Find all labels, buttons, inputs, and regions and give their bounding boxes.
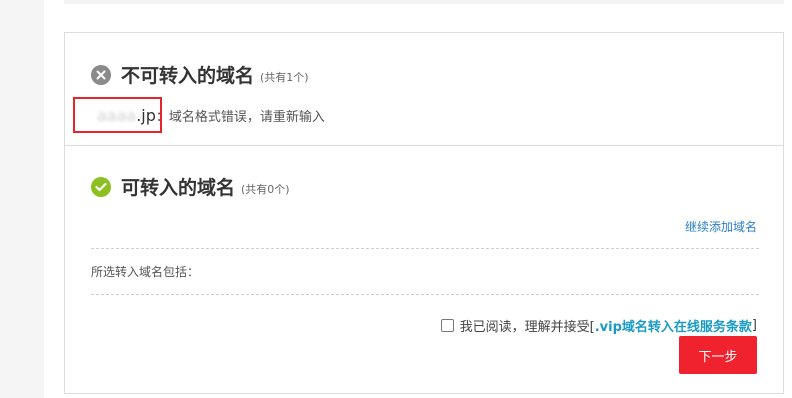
agreement-prefix: 我已阅读，理解并接受[: [459, 320, 595, 335]
error-message: 域名格式错误，请重新输入: [168, 109, 325, 125]
success-check-icon: [91, 176, 111, 197]
agreement-suffix: ]: [751, 318, 757, 333]
terms-link[interactable]: .vip域名转入在线服务条款: [595, 316, 752, 335]
invalid-domain-blurred: aaaa: [97, 106, 137, 125]
error-x-icon: [91, 64, 111, 85]
invalid-domain-suffix: .jp: [136, 106, 156, 125]
included-domains-label: 所选转入域名包括：: [91, 265, 200, 279]
section-divider: [65, 145, 783, 146]
add-domain-link[interactable]: 继续添加域名: [685, 218, 757, 235]
agree-checkbox[interactable]: [440, 319, 454, 332]
next-step-button[interactable]: 下一步: [679, 336, 757, 374]
dashed-divider-1: [91, 248, 759, 249]
invalid-section-title: 不可转入的域名: [121, 65, 255, 87]
invalid-count: (共有1个): [260, 70, 309, 84]
invalid-section-header: 不可转入的域名 (共有1个): [91, 61, 309, 88]
invalid-domain-row: aaaa.jp ： 域名格式错误，请重新输入: [73, 97, 325, 133]
valid-section-header: 可转入的域名 (共有0个): [91, 173, 290, 200]
valid-count: (共有0个): [241, 182, 290, 196]
top-strip: [64, 0, 784, 4]
transfer-card: 不可转入的域名 (共有1个) aaaa.jp ： 域名格式错误，请重新输入 可转…: [64, 32, 784, 394]
invalid-domain-highlight: aaaa.jp: [73, 97, 162, 133]
page: 不可转入的域名 (共有1个) aaaa.jp ： 域名格式错误，请重新输入 可转…: [0, 0, 792, 398]
dashed-divider-2: [91, 294, 759, 295]
agreement-row: 我已阅读，理解并接受[.vip域名转入在线服务条款]: [440, 316, 757, 335]
valid-section-title: 可转入的域名: [121, 177, 236, 199]
